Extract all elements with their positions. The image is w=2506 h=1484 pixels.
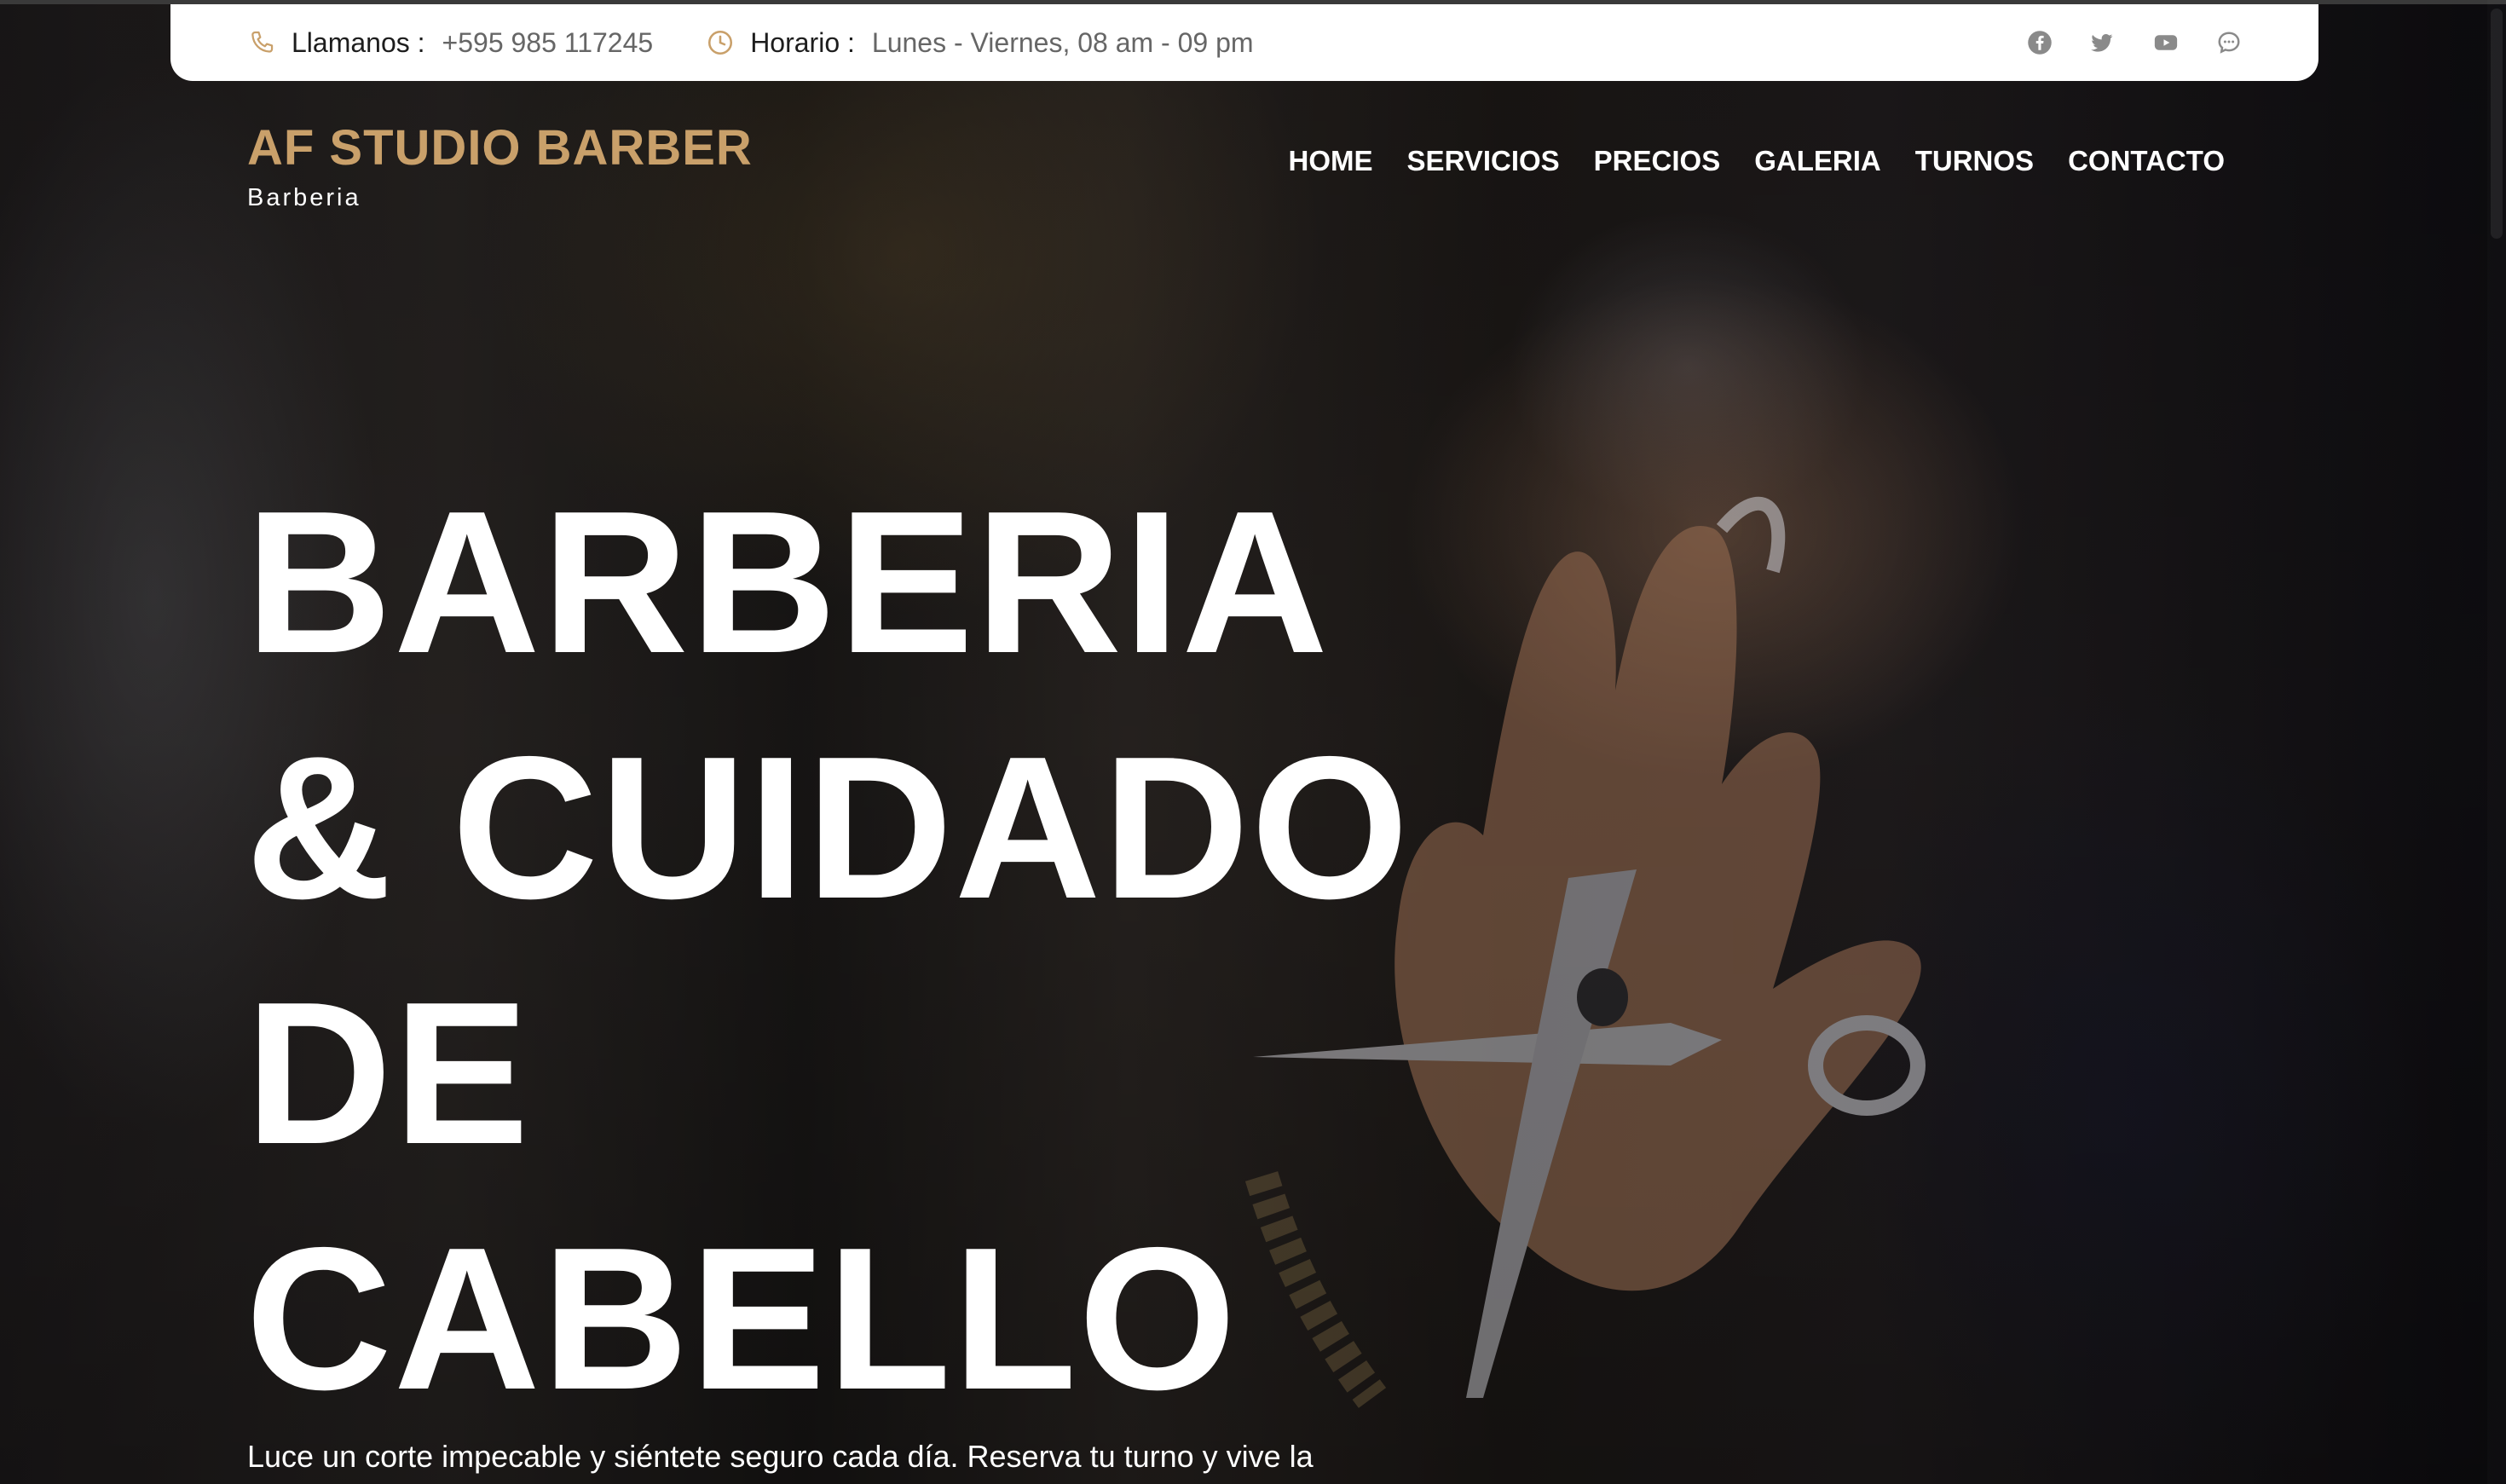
hero-title-line: DE: [245, 961, 531, 1187]
nav-home[interactable]: HOME: [1289, 145, 1373, 177]
hero-title-line: CABELLO: [245, 1206, 1239, 1432]
youtube-icon[interactable]: [2151, 30, 2180, 55]
phone-value[interactable]: +595 985 117245: [442, 27, 654, 59]
brand-tagline: Barberia: [247, 184, 361, 211]
brand-name[interactable]: AF STUDIO BARBER: [247, 119, 753, 177]
hero-title-line: & CUIDADO: [245, 715, 1411, 941]
social-links: [1991, 30, 2242, 55]
hours-label: Horario :: [750, 26, 855, 58]
hero-title: BARBERIA & CUIDADO DE CABELLO: [245, 460, 1411, 1442]
scrollbar-thumb[interactable]: [2491, 9, 2503, 239]
nav-galeria[interactable]: GALERIA: [1754, 145, 1881, 177]
facebook-icon[interactable]: [2027, 30, 2053, 55]
nav-precios[interactable]: PRECIOS: [1594, 145, 1721, 177]
main-navigation: HOME SERVICIOS PRECIOS GALERIA TURNOS CO…: [1255, 145, 2225, 177]
phone-icon: [251, 31, 274, 53]
clock-icon: [708, 30, 733, 55]
phone-info: Llamanos : +595 985 117245: [247, 27, 653, 59]
phone-label: Llamanos :: [292, 26, 425, 58]
top-info-bar: Llamanos : +595 985 117245 Horario : Lun…: [170, 4, 2318, 81]
brand-logo[interactable]: AF STUDIO BARBER Barberia: [247, 119, 753, 212]
hours-info: Horario : Lunes - Viernes, 08 am - 09 pm: [706, 26, 1254, 59]
nav-servicios[interactable]: SERVICIOS: [1407, 145, 1560, 177]
page: Llamanos : +595 985 117245 Horario : Lun…: [0, 0, 2506, 1484]
scrollbar[interactable]: [2487, 0, 2506, 1484]
hours-value: Lunes - Viernes, 08 am - 09 pm: [871, 26, 1254, 58]
chat-icon[interactable]: [2216, 30, 2242, 55]
hero-title-line: BARBERIA: [245, 470, 1331, 696]
twitter-icon[interactable]: [2088, 30, 2116, 55]
nav-contacto[interactable]: CONTACTO: [2068, 145, 2225, 177]
hero-subtitle: Luce un corte impecable y siéntete segur…: [247, 1439, 1314, 1474]
nav-turnos[interactable]: TURNOS: [1915, 145, 2034, 177]
